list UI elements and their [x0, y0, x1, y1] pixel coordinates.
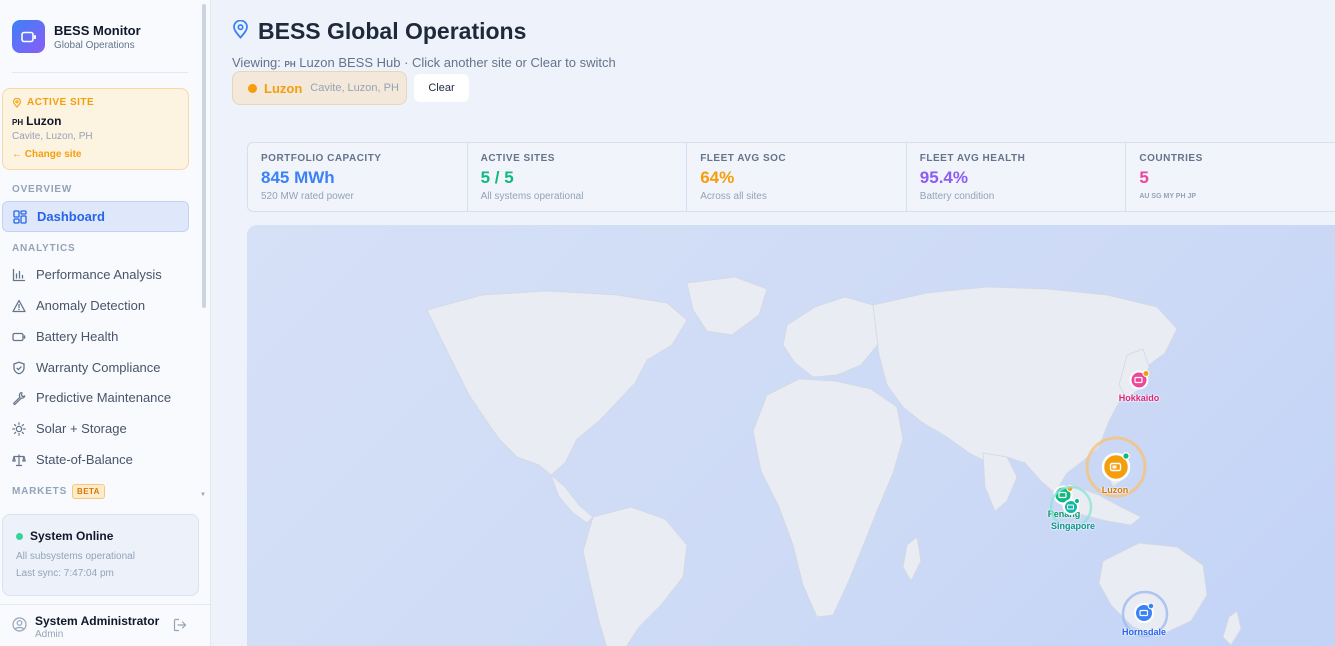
active-site-name: Luzon [26, 114, 62, 128]
user-circle-icon [12, 617, 27, 637]
sidebar-item-solar-storage[interactable]: Solar + Storage [2, 413, 189, 444]
stat-value: 64% [700, 168, 735, 187]
clear-button[interactable]: Clear [414, 74, 469, 102]
user-role: Admin [35, 629, 64, 640]
status-dot [16, 532, 23, 540]
logout-icon[interactable] [173, 618, 187, 637]
world-map[interactable]: Hokkaido Luzon Penang Singapore Hornsdal… [247, 225, 1335, 646]
bar-chart-icon [12, 268, 26, 282]
scale-icon [12, 453, 26, 467]
sidebar-item-warranty-compliance[interactable]: Warranty Compliance [2, 352, 189, 383]
stat-portfolio-capacity: PORTFOLIO CAPACITY 845 MWh 520 MW rated … [248, 143, 468, 211]
sidebar-item-label: State-of-Balance [36, 452, 133, 467]
stat-value: 5 [1139, 168, 1149, 187]
sidebar-item-label: Anomaly Detection [36, 298, 146, 313]
sidebar-item-label: Battery Health [36, 329, 119, 344]
grid-icon [13, 209, 27, 224]
map-label-singapore: Singapore [1050, 521, 1096, 531]
battery-icon [12, 330, 26, 344]
map-marker-hokkaido[interactable] [1129, 369, 1151, 396]
sidebar-item-label: Predictive Maintenance [36, 390, 172, 405]
brand-title: BESS Monitor [54, 22, 141, 38]
stat-value: 95.4% [919, 168, 968, 187]
warning-icon [12, 299, 26, 313]
active-site-label: ACTIVE SITE [27, 97, 95, 108]
map-label-hornsdale: Hornsdale [1121, 627, 1167, 637]
last-sync: Last sync: 7:47:04 pm [16, 568, 114, 579]
status-title: System Online [30, 529, 114, 543]
section-analytics: ANALYTICS [12, 243, 76, 254]
sidebar-item-label: Performance Analysis [36, 267, 162, 282]
user-profile: System Administrator Admin [12, 614, 187, 640]
system-status-card: System Online All subsystems operational… [2, 514, 199, 596]
sidebar-item-dashboard[interactable]: Dashboard [2, 201, 189, 232]
active-site-card: ACTIVE SITE PH Luzon Cavite, Luzon, PH ← … [2, 88, 189, 170]
divider [0, 604, 210, 605]
sidebar-item-state-of-balance[interactable]: State-of-Balance [2, 444, 189, 475]
sidebar-scrollbar[interactable] [202, 4, 206, 308]
sidebar: ▼ BESS Monitor Global Operations ACTIVE … [0, 0, 211, 646]
selected-site-chip[interactable]: Luzon Cavite, Luzon, PH [232, 71, 407, 105]
viewing-text: Viewing: PH Luzon BESS Hub · Click anoth… [232, 55, 616, 70]
site-status-dot [248, 83, 257, 93]
stat-fleet-avg-health: FLEET AVG HEALTH 95.4% Battery condition [907, 143, 1127, 211]
sidebar-item-label: Solar + Storage [36, 421, 127, 436]
sun-icon [12, 421, 26, 436]
sidebar-item-anomaly-detection[interactable]: Anomaly Detection [2, 290, 189, 321]
sidebar-item-predictive-maintenance[interactable]: Predictive Maintenance [2, 382, 189, 413]
page-title: BESS Global Operations [258, 18, 527, 44]
beta-badge: BETA [72, 484, 105, 499]
brand[interactable]: BESS Monitor Global Operations [12, 20, 141, 53]
divider [12, 72, 188, 73]
sidebar-item-label: Dashboard [37, 209, 105, 224]
change-site-link[interactable]: ← Change site [12, 149, 179, 160]
sidebar-item-battery-health[interactable]: Battery Health [2, 321, 189, 352]
stat-value: 5 / 5 [480, 168, 514, 187]
stats-bar: PORTFOLIO CAPACITY 845 MWh 520 MW rated … [247, 142, 1335, 212]
map-pin-icon [13, 97, 21, 108]
shield-icon [12, 361, 26, 375]
country-flag: PH [12, 118, 24, 127]
sidebar-item-performance-analysis[interactable]: Performance Analysis [2, 259, 189, 290]
chip-site-name: Luzon [264, 80, 303, 96]
battery-icon [12, 20, 45, 53]
world-map-land [426, 276, 1242, 646]
active-site-location: Cavite, Luzon, PH [12, 131, 93, 142]
scroll-down-icon[interactable]: ▼ [200, 492, 206, 498]
country-flag: PH [284, 60, 296, 69]
map-label-luzon: Luzon [1101, 485, 1129, 495]
chip-site-location: Cavite, Luzon, PH [310, 82, 399, 94]
wrench-icon [12, 391, 26, 405]
stat-countries: COUNTRIES 5 AU SG MY PH JP [1126, 143, 1335, 211]
stat-fleet-avg-soc: FLEET AVG SOC 64% Across all sites [687, 143, 907, 211]
user-name: System Administrator [35, 614, 160, 628]
section-overview: OVERVIEW [12, 184, 73, 195]
stat-value: 845 MWh [261, 168, 335, 187]
sidebar-item-label: Warranty Compliance [36, 360, 161, 375]
map-label-hokkaido: Hokkaido [1118, 393, 1160, 403]
map-pin-icon [232, 19, 249, 44]
status-detail: All subsystems operational [16, 551, 135, 562]
brand-subtitle: Global Operations [54, 39, 135, 51]
battery-icon [1129, 370, 1150, 390]
page-header: BESS Global Operations [232, 18, 526, 45]
section-markets: MARKETS BETA [12, 484, 105, 499]
stat-active-sites: ACTIVE SITES 5 / 5 All systems operation… [468, 143, 688, 211]
